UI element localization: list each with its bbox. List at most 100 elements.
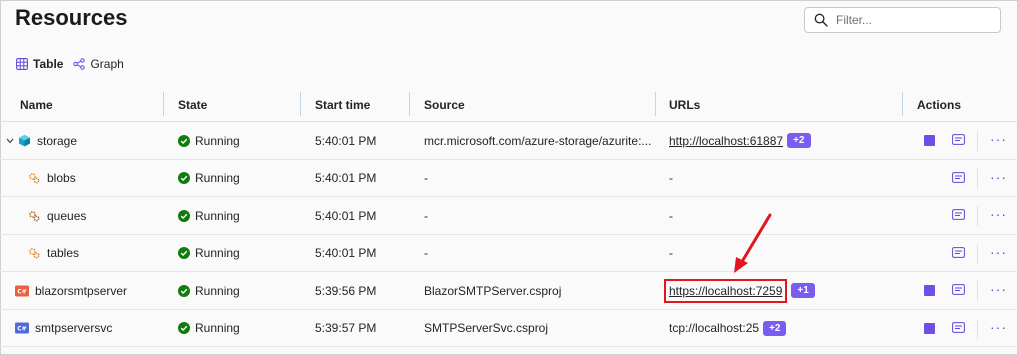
source-cell: - [424,246,428,260]
state-cell: Running [178,197,240,234]
action-divider [977,206,978,226]
check-circle-icon [178,284,190,297]
actions-cell: ··· [922,197,1012,234]
name-cell: storage [5,122,77,159]
start-time-cell: 5:40:01 PM [315,171,377,185]
search-icon [814,13,828,27]
source-cell: - [424,171,428,185]
resources-grid: Name State Start time Source URLs Action… [0,88,1018,347]
endpoint-text: tcp://localhost:25 [669,321,760,335]
svg-text:C#: C# [17,326,26,333]
grid-header: Name State Start time Source URLs Action… [0,88,1018,122]
console-logs-icon[interactable] [952,209,965,223]
tab-graph-label: Graph [90,57,124,71]
actions-cell: ··· [922,122,1012,159]
actions-cell: ··· [922,310,1012,347]
url-link-highlighted[interactable]: https://localhost:7259 [663,278,788,303]
tab-table[interactable]: Table [16,55,63,73]
source-cell: BlazorSMTPServer.csproj [424,283,562,298]
state-cell: Running [178,235,240,272]
state-cell: Running [178,310,240,347]
column-resize-handle[interactable] [300,92,301,116]
name-cell: blobs [27,160,76,197]
more-actions-icon[interactable]: ··· [990,169,1007,185]
column-resize-handle[interactable] [409,92,410,116]
column-header-urls[interactable]: URLs [669,98,700,112]
more-actions-icon[interactable]: ··· [990,206,1007,222]
urls-cell: https://localhost:7259 +1 [663,272,815,309]
column-resize-handle[interactable] [655,92,656,116]
stop-icon[interactable] [924,285,935,296]
more-urls-badge[interactable]: +1 [791,283,815,298]
urls-cell: - [669,171,673,185]
actions-cell: ··· [922,272,1012,309]
more-urls-badge[interactable]: +2 [763,320,787,336]
column-header-state[interactable]: State [178,98,207,112]
gear-icon [27,171,41,185]
name-cell: tables [27,235,79,272]
resource-name[interactable]: blazorsmtpserver [35,284,127,298]
urls-cell: http://localhost:61887 +2 [669,122,811,159]
urls-cell: tcp://localhost:25 +2 [669,310,787,347]
resource-name[interactable]: smtpserversvc [35,321,112,335]
check-circle-icon [178,247,190,259]
source-cell: mcr.microsoft.com/azure-storage/azurite:… [424,133,652,148]
storage-cube-icon [17,134,31,148]
check-circle-icon [178,322,190,334]
table-row[interactable]: storage Running 5:40:01 PM mcr.microsoft… [0,122,1018,160]
column-resize-handle[interactable] [163,92,164,116]
actions-cell: ··· [922,235,1012,272]
resource-name[interactable]: tables [47,246,79,260]
page-title: Resources [15,5,128,30]
table-row[interactable]: tables Running 5:40:01 PM - - ··· [0,235,1018,272]
more-urls-badge[interactable]: +2 [787,133,811,148]
stop-icon[interactable] [924,135,935,146]
column-header-name[interactable]: Name [20,98,53,112]
console-logs-icon[interactable] [952,134,965,148]
state-cell: Running [178,160,240,197]
table-row[interactable]: C# smtpserversvc Running 5:39:57 PM SMTP… [0,310,1018,347]
start-time-cell: 5:39:57 PM [315,321,377,335]
more-actions-icon[interactable]: ··· [990,131,1007,147]
more-actions-icon[interactable]: ··· [990,281,1007,297]
console-logs-icon[interactable] [952,246,965,261]
console-logs-icon[interactable] [952,284,965,298]
more-actions-icon[interactable]: ··· [990,244,1007,260]
tab-graph[interactable]: Graph [73,55,124,73]
url-link[interactable]: http://localhost:61887 [669,134,783,148]
column-resize-handle[interactable] [902,92,903,116]
resource-name[interactable]: storage [37,134,77,148]
start-time-cell: 5:39:56 PM [315,283,377,298]
column-header-actions: Actions [917,98,962,112]
console-logs-icon[interactable] [952,171,965,186]
resource-name[interactable]: blobs [47,171,76,185]
start-time-cell: 5:40:01 PM [315,133,377,148]
action-divider [977,243,978,264]
console-logs-icon[interactable] [952,321,965,336]
source-cell: - [424,208,428,223]
state-text: Running [195,283,240,298]
action-divider [977,168,978,189]
stop-icon[interactable] [924,322,935,334]
state-text: Running [195,208,240,223]
table-row[interactable]: blobs Running 5:40:01 PM - - ··· [0,160,1018,197]
table-row[interactable]: C# blazorsmtpserver Running 5:39:56 PM B… [0,272,1018,310]
resource-name[interactable]: queues [47,209,86,223]
action-divider [977,131,978,151]
chevron-down-icon[interactable] [5,138,15,144]
check-circle-icon [178,172,190,184]
more-actions-icon[interactable]: ··· [990,319,1007,335]
gear-icon [27,209,41,223]
filter-box[interactable] [804,7,1001,33]
action-divider [977,281,978,301]
table-icon [16,58,28,70]
tab-table-label: Table [33,57,64,71]
column-header-source[interactable]: Source [424,98,465,112]
filter-input[interactable] [836,13,996,27]
source-cell: SMTPServerSvc.csproj [424,321,549,335]
csproj-icon: C# [15,321,29,335]
table-row[interactable]: queues Running 5:40:01 PM - - ··· [0,197,1018,235]
state-text: Running [195,171,240,185]
graph-icon [73,58,86,70]
column-header-start-time[interactable]: Start time [315,98,370,112]
